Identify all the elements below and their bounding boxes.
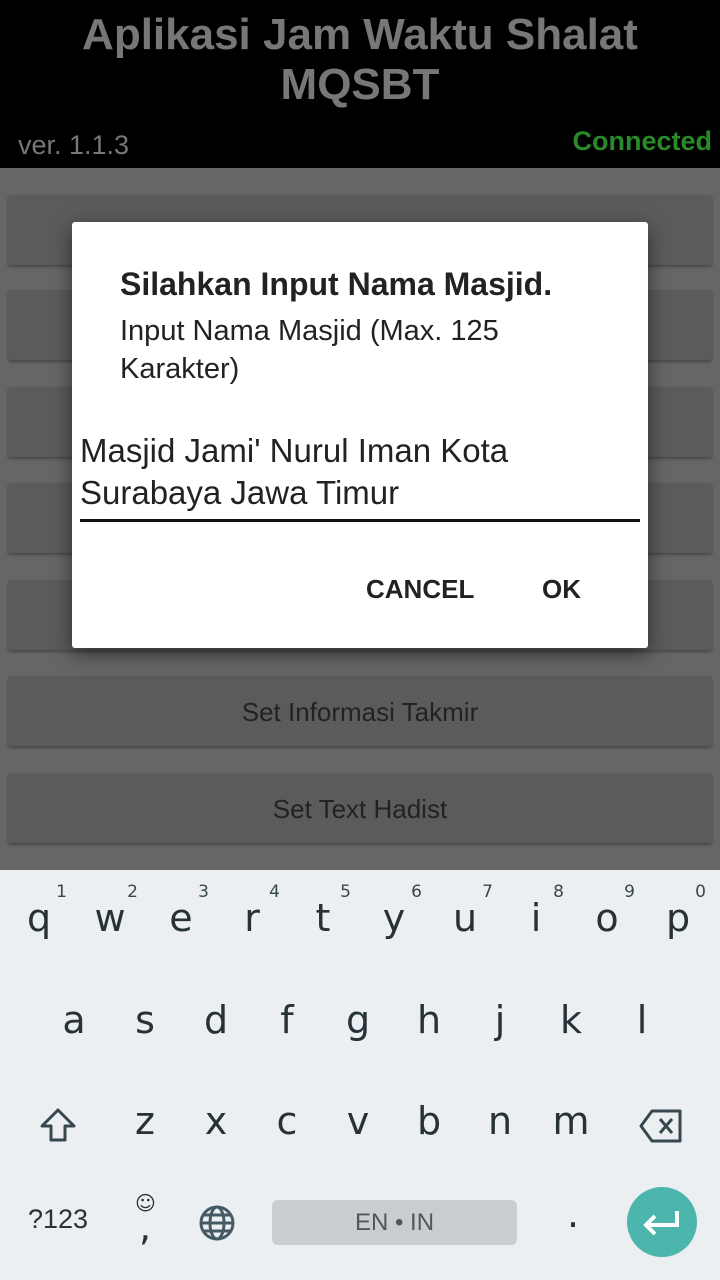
key-n[interactable]: n bbox=[470, 1099, 530, 1143]
key-p[interactable]: p0 bbox=[648, 882, 708, 940]
key-hint: 7 bbox=[482, 882, 493, 902]
version-label: ver. 1.1.3 bbox=[18, 130, 130, 160]
key-hint: 3 bbox=[198, 882, 209, 902]
key-w[interactable]: w2 bbox=[80, 882, 140, 940]
key-t[interactable]: t5 bbox=[293, 882, 353, 940]
key-i[interactable]: i8 bbox=[506, 882, 566, 940]
dialog-title: Silahkan Input Nama Masjid. bbox=[120, 266, 553, 302]
input-dialog: Silahkan Input Nama Masjid. Input Nama M… bbox=[72, 222, 648, 648]
key-e[interactable]: e3 bbox=[151, 882, 211, 940]
enter-button[interactable] bbox=[627, 1187, 697, 1257]
key-hint: 1 bbox=[56, 882, 67, 902]
app-title: Aplikasi Jam Waktu Shalat MQSBT bbox=[82, 10, 638, 109]
key-s[interactable]: s bbox=[115, 998, 175, 1042]
key-u[interactable]: u7 bbox=[435, 882, 495, 940]
cancel-button[interactable]: CANCEL bbox=[366, 574, 474, 605]
key-l[interactable]: l bbox=[612, 998, 672, 1042]
key-hint: 2 bbox=[127, 882, 138, 902]
key-y[interactable]: y6 bbox=[364, 882, 424, 940]
period-key[interactable]: . bbox=[543, 1192, 603, 1236]
key-h[interactable]: h bbox=[399, 998, 459, 1042]
key-o[interactable]: o9 bbox=[577, 882, 637, 940]
key-hint: 6 bbox=[411, 882, 422, 902]
key-q[interactable]: q1 bbox=[9, 882, 69, 940]
space-bar[interactable]: EN • IN bbox=[272, 1200, 517, 1245]
shift-icon[interactable] bbox=[38, 1106, 78, 1146]
keyboard: ?123 ☺, EN • IN . q1w2e3r4t5y6u7i8o9p0 as… bbox=[0, 870, 720, 1280]
key-hint: 0 bbox=[695, 882, 706, 902]
enter-icon bbox=[643, 1211, 679, 1236]
key-v[interactable]: v bbox=[328, 1099, 388, 1143]
key-b[interactable]: b bbox=[399, 1099, 459, 1143]
backspace-icon[interactable] bbox=[638, 1108, 684, 1144]
ok-button[interactable]: OK bbox=[542, 574, 581, 605]
dialog-message: Input Nama Masjid (Max. 125 Karakter) bbox=[120, 315, 499, 385]
key-z[interactable]: z bbox=[115, 1099, 175, 1143]
key-hint: 8 bbox=[553, 882, 564, 902]
key-c[interactable]: c bbox=[257, 1099, 317, 1143]
key-hint: 5 bbox=[340, 882, 351, 902]
key-k[interactable]: k bbox=[541, 998, 601, 1042]
masjid-name-input[interactable]: Masjid Jami' Nurul Iman Kota Surabaya Ja… bbox=[80, 428, 640, 522]
key-d[interactable]: d bbox=[186, 998, 246, 1042]
app-header: Aplikasi Jam Waktu Shalat MQSBT ver. 1.1… bbox=[0, 0, 720, 168]
key-g[interactable]: g bbox=[328, 998, 388, 1042]
key-r[interactable]: r4 bbox=[222, 882, 282, 940]
menu-button[interactable]: Set Informasi Takmir bbox=[8, 676, 712, 746]
key-m[interactable]: m bbox=[541, 1099, 601, 1143]
comma-key[interactable]: ☺, bbox=[115, 1191, 175, 1249]
key-f[interactable]: f bbox=[257, 998, 317, 1042]
connection-status: Connected bbox=[572, 126, 712, 156]
key-j[interactable]: j bbox=[470, 998, 530, 1042]
key-hint: 4 bbox=[269, 882, 280, 902]
menu-button[interactable]: Set Text Hadist bbox=[8, 773, 712, 843]
key-hint: 9 bbox=[624, 882, 635, 902]
globe-icon[interactable] bbox=[198, 1204, 236, 1242]
key-x[interactable]: x bbox=[186, 1099, 246, 1143]
symbols-key[interactable]: ?123 bbox=[22, 1204, 94, 1235]
key-a[interactable]: a bbox=[44, 998, 104, 1042]
